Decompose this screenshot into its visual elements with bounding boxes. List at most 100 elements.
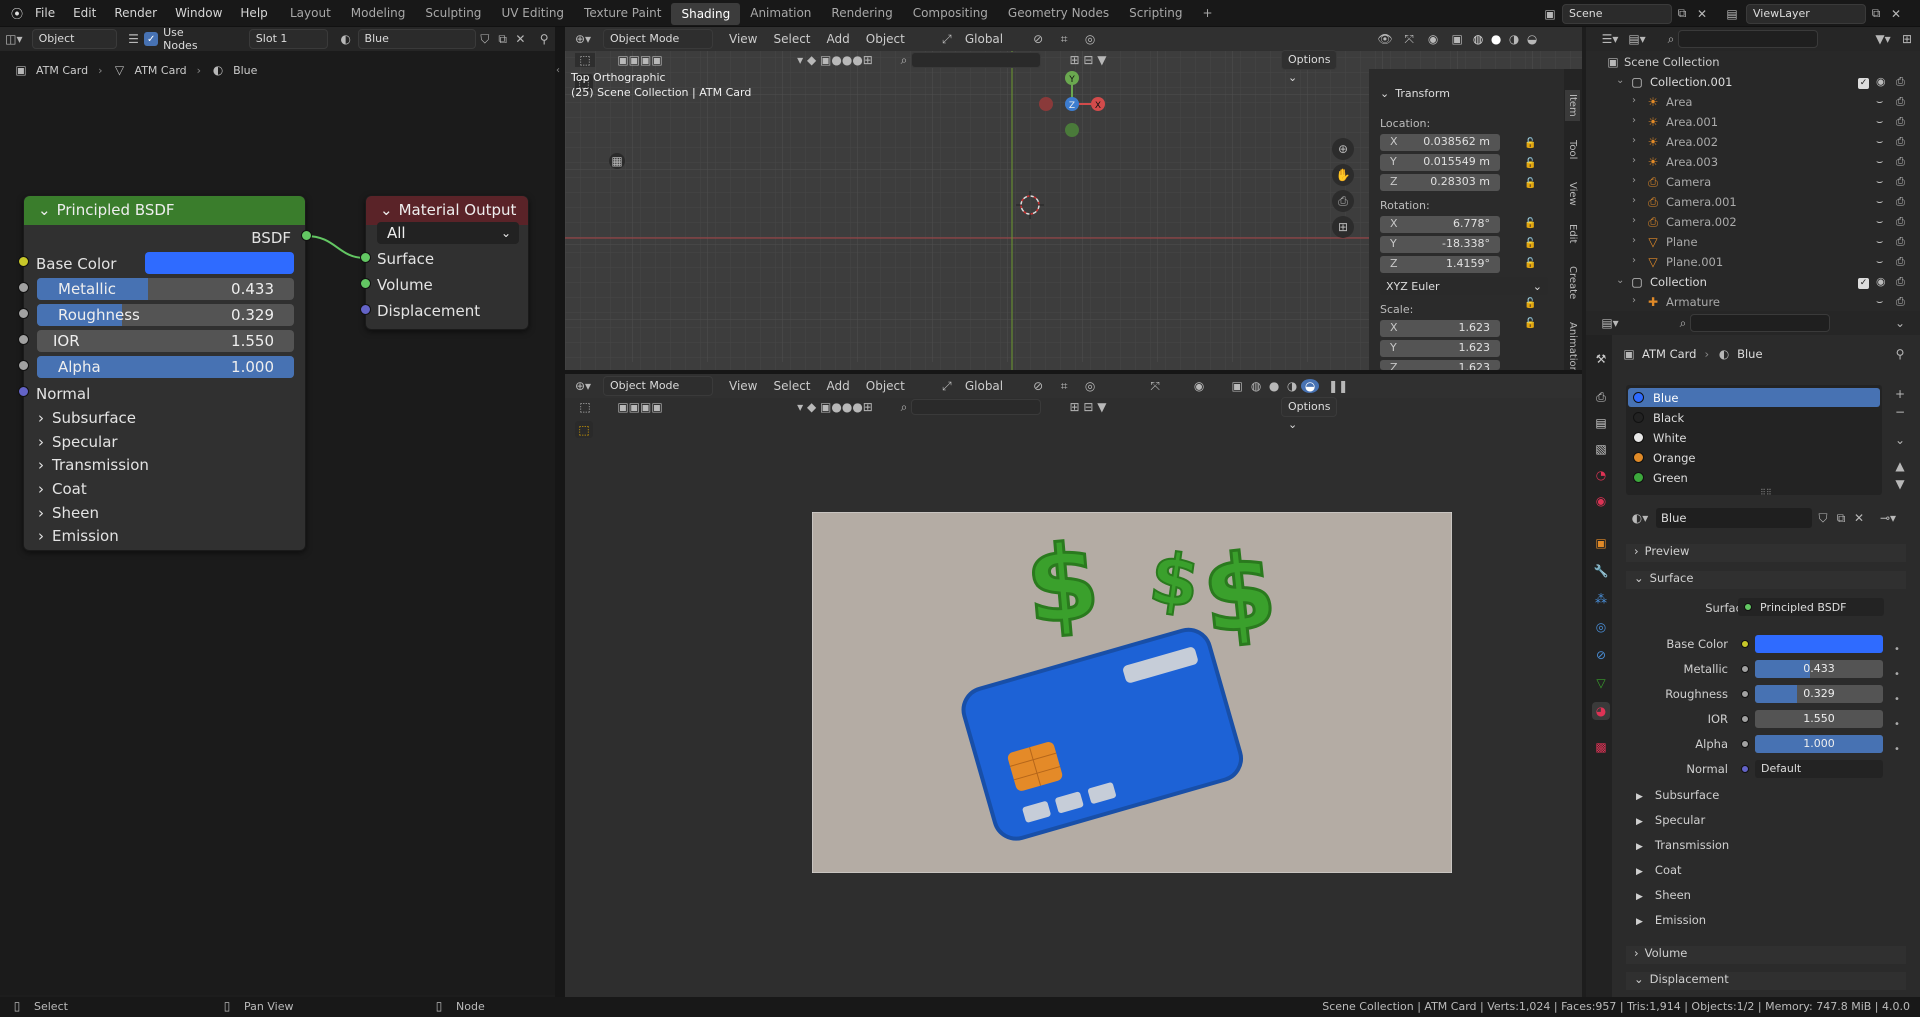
visibility-eye-icon[interactable]: ⌣ [1876,255,1883,269]
panel-sheen[interactable]: › Sheen [38,504,99,522]
alpha-socket[interactable] [18,360,29,371]
collapse-chevron-icon[interactable]: › [1632,255,1636,266]
blender-logo-icon[interactable]: ⦿ [8,5,26,22]
new-collection-icon[interactable]: ⊞ [1896,32,1918,46]
material-slot-item[interactable]: Green [1628,468,1880,487]
render-visibility-icon[interactable]: ⎙ [1896,95,1905,109]
gizmo-toggle-icon[interactable]: ⤧ [1143,379,1167,394]
slot-specials-icon[interactable]: ⌄ [1892,432,1908,448]
shader-node-editor[interactable]: ◫▾ Object ☰ ✓ Use Nodes Slot 1 ◐ Blue ⛉ … [0,26,555,995]
remove-slot-icon[interactable]: − [1892,404,1908,420]
visibility-eye-icon[interactable]: ⌣ [1876,295,1883,309]
menu-object[interactable]: Object [858,32,913,46]
collapse-chevron-icon[interactable]: › [1632,295,1636,306]
rotation-z-field[interactable]: Z 1.4159° [1380,256,1500,273]
duplicate-material-icon[interactable]: ⧉ [1832,508,1850,528]
mode-select[interactable]: Object Mode [603,376,713,396]
sidebar-tab-create[interactable]: Create [1565,262,1580,303]
camera-view-icon[interactable]: ▦ [609,153,625,169]
surface-shader-select[interactable]: Principled BSDF [1738,598,1884,616]
selection-mode-icons[interactable]: ▣▣▣▣ [605,53,675,67]
rendered-shading-icon[interactable]: ◒ [1523,32,1541,46]
material-slot-item[interactable]: Orange [1628,448,1880,467]
tab-geometry-nodes[interactable]: Geometry Nodes [998,0,1119,27]
menu-select[interactable]: Select [765,32,818,46]
tab-modeling[interactable]: Modeling [341,0,416,27]
ior-field[interactable]: IOR 1.550 [37,330,294,352]
panel-subsurface[interactable]: › Subsurface [38,409,136,427]
props-subpanel[interactable]: ▶ Sheen [1636,888,1691,902]
metallic-socket[interactable] [18,282,29,293]
add-slot-icon[interactable]: + [1892,386,1908,402]
tool-tab-icon[interactable]: ⚒ [1592,350,1610,368]
collapse-chevron-icon[interactable]: › [1632,115,1636,126]
visibility-eye-icon[interactable]: ⌣ [1876,215,1883,229]
collapse-chevron-icon[interactable]: › [1632,235,1636,246]
props-roughness-socket[interactable] [1741,690,1749,698]
bsdf-output-socket[interactable] [301,230,312,241]
tab-layout[interactable]: Layout [280,0,341,27]
tab-compositing[interactable]: Compositing [903,0,998,27]
visibility-eye-icon[interactable]: ⌣ [1876,155,1883,169]
scale-y-field[interactable]: Y 1.623 [1380,340,1500,357]
menu-add[interactable]: Add [819,379,858,393]
material-slot-item[interactable]: Black [1628,408,1880,427]
sidebar-tab-item[interactable]: Item [1565,90,1580,121]
metallic-slider[interactable]: Metallic 0.433 [37,278,294,300]
grid-ortho-icon[interactable]: ⊞ [1332,216,1354,238]
output-tab-icon[interactable]: ▤ [1592,414,1610,432]
pivot-icon[interactable]: ⊘ [1025,379,1051,393]
selection-mode-icons[interactable]: ▣▣▣▣ [605,400,675,414]
rotation-y-field[interactable]: Y -18.338° [1380,236,1500,253]
render-visibility-icon[interactable]: ⎙ [1896,115,1905,129]
collapse-chevron-icon[interactable]: › [1632,135,1636,146]
tab-shading[interactable]: Shading [671,2,741,25]
render-visibility-icon[interactable]: ⎙ [1896,195,1905,209]
overlay-toggle-icon[interactable]: ◉ [1421,32,1445,46]
sidebar-tab-edit[interactable]: Edit [1565,220,1580,247]
visibility-eye-icon[interactable]: ⌣ [1876,195,1883,209]
expand-chevron-icon[interactable]: ⌄ [1616,75,1624,86]
outliner-item[interactable]: ⌄ ▢ Collection ✓ ◉ ⎙ [1602,275,1920,295]
outliner-item[interactable]: › ⎙ Camera.001 ⌣ ⎙ [1602,195,1920,215]
move-slot-down-icon[interactable]: ▼ [1892,476,1908,492]
render-visibility-icon[interactable]: ⎙ [1896,175,1905,189]
orientation-select[interactable]: Global [957,32,1011,46]
snap-icon[interactable]: ⌗ [1051,379,1077,394]
base-color-socket[interactable] [18,256,29,267]
sidebar-tab-tool[interactable]: Tool [1565,136,1580,163]
visibility-eye-icon[interactable]: ⌣ [1876,235,1883,249]
outliner-search-input[interactable] [1678,30,1818,48]
roughness-socket[interactable] [18,308,29,319]
props-subpanel[interactable]: ▶ Coat [1636,863,1682,877]
principled-bsdf-node[interactable]: ⌄ Principled BSDF BSDF Base Color Metalli… [23,195,306,551]
pause-render-icon[interactable]: ❚❚ [1328,379,1348,393]
pin-icon[interactable]: ⚲ [1892,347,1908,361]
tool-select-box-icon[interactable]: ⬚ [575,421,593,438]
props-ior-socket[interactable] [1741,715,1749,723]
volume-socket[interactable] [360,278,371,289]
ior-socket[interactable] [18,334,29,345]
tab-uv-editing[interactable]: UV Editing [491,0,574,27]
visibility-eye-icon[interactable]: ⌣ [1876,95,1883,109]
new-view-layer-icon[interactable]: ⧉ [1866,6,1886,21]
delete-scene-icon[interactable]: ✕ [1692,7,1712,21]
zoom-icon[interactable]: ⊕ [1332,138,1354,160]
object-tab-icon[interactable]: ▣ [1592,534,1610,552]
editor-type-icon[interactable]: ▤▾ [1596,316,1624,330]
options-chevron-icon[interactable]: ⌄ [1890,316,1910,330]
expand-chevron-icon[interactable]: ⌄ [1616,275,1624,286]
outliner-item[interactable]: › ☀ Area.001 ⌣ ⎙ [1602,115,1920,135]
sidebar-tab-animation[interactable]: Animation [1565,318,1580,370]
gizmo-toggle-icon[interactable]: ⤧ [1397,32,1421,47]
scale-z-field[interactable]: Z 1.623 [1380,360,1500,370]
fake-user-icon[interactable]: ⛉ [1814,508,1832,528]
surface-socket[interactable] [360,252,371,263]
options-button[interactable]: Options ⌄ [1281,397,1337,431]
delete-view-layer-icon[interactable]: ✕ [1886,7,1906,21]
scene-tab-icon[interactable]: ◔ [1592,466,1610,484]
scene-field[interactable]: Scene [1562,3,1672,24]
props-normal-field[interactable]: Default [1755,760,1883,778]
view-layer-tab-icon[interactable]: ▧ [1592,440,1610,458]
outliner-item[interactable]: ⌄ ▢ Collection.001 ✓ ◉ ⎙ [1602,75,1920,95]
